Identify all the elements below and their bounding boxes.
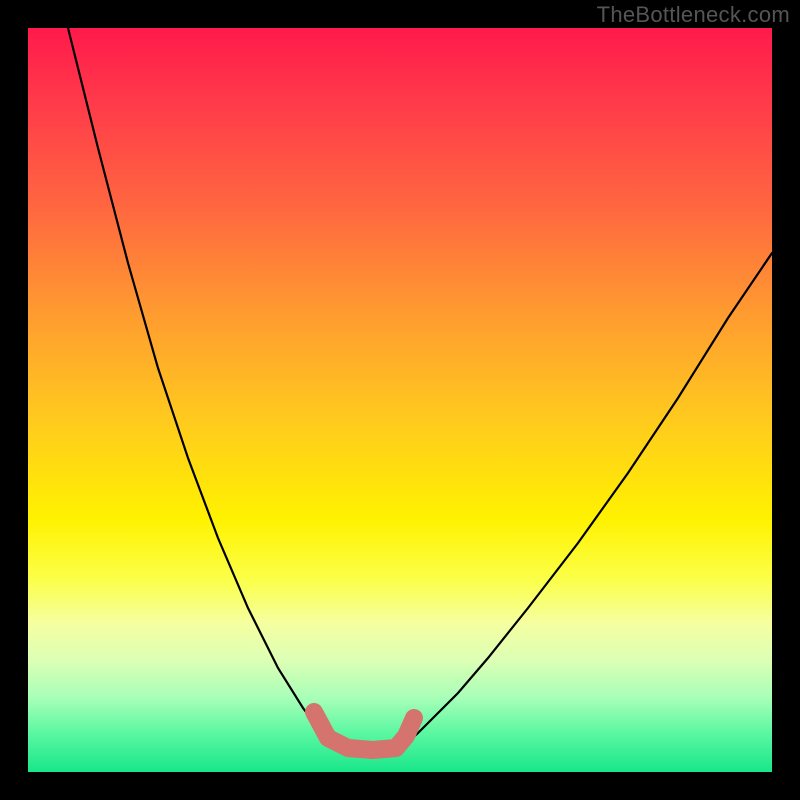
plot-area — [28, 28, 772, 772]
left-curve — [68, 28, 338, 746]
bottom-pink-segment — [314, 712, 414, 750]
attribution-label: TheBottleneck.com — [597, 2, 790, 28]
curves-svg — [28, 28, 772, 772]
right-curve — [400, 253, 772, 746]
chart-frame: TheBottleneck.com — [0, 0, 800, 800]
